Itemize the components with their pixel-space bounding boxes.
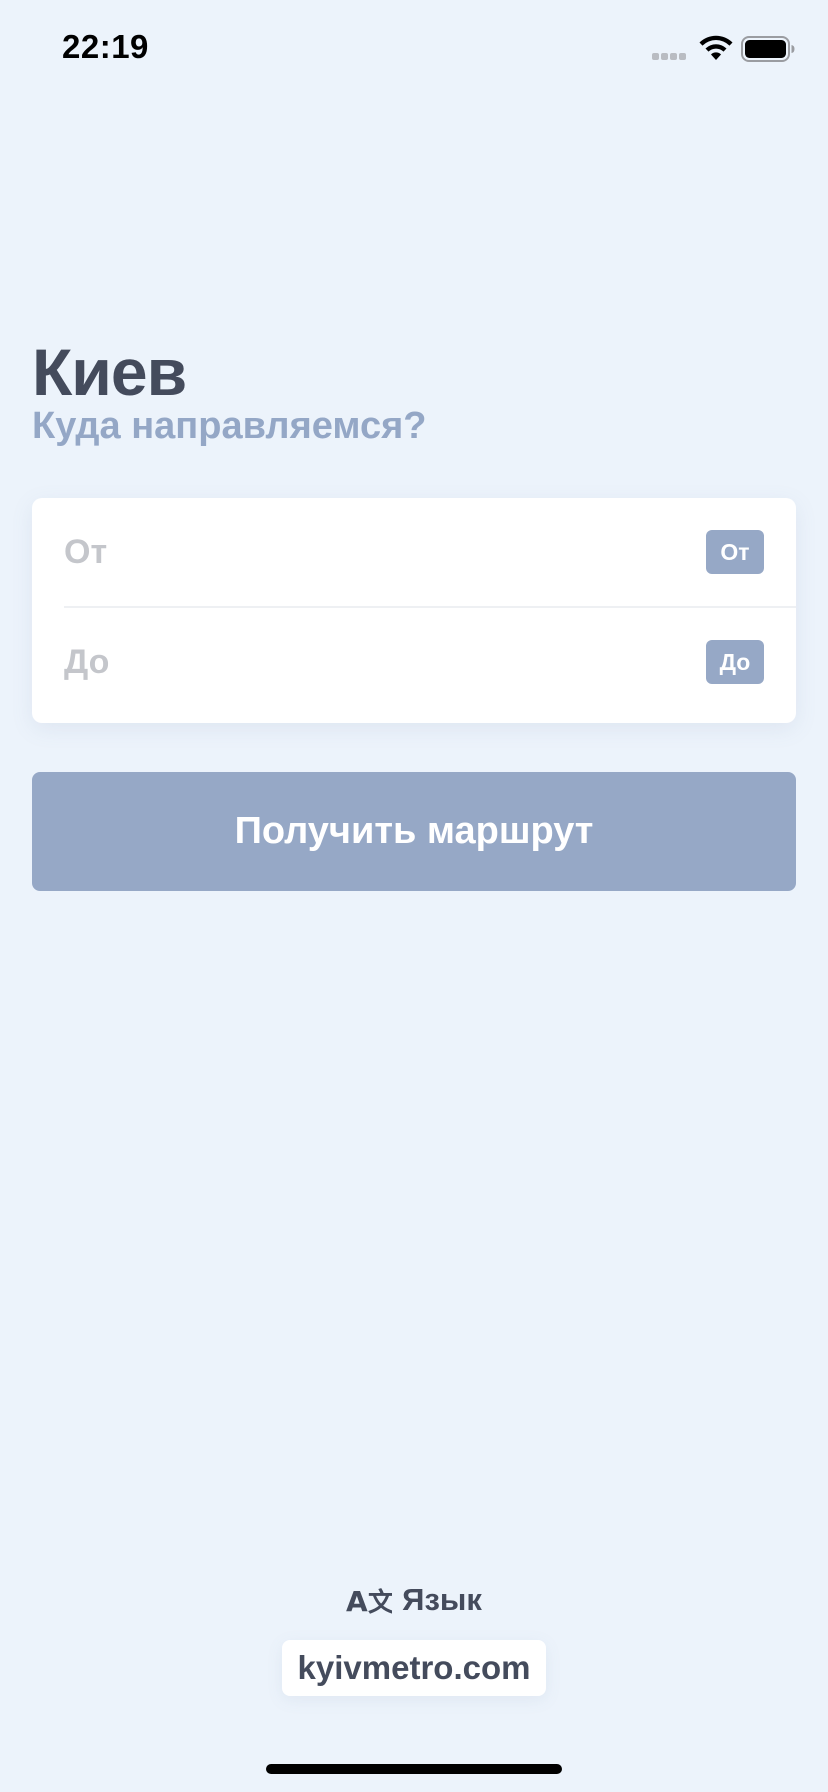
to-station-field[interactable]: До До xyxy=(64,608,764,718)
to-placeholder: До xyxy=(64,643,110,681)
language-button[interactable]: A 文 Язык xyxy=(0,1576,828,1620)
from-placeholder: От xyxy=(64,533,108,571)
from-badge: От xyxy=(706,530,764,574)
to-badge: До xyxy=(706,640,764,684)
get-route-button[interactable]: Получить маршрут xyxy=(32,772,796,891)
cellular-signal-icon xyxy=(652,53,692,61)
from-station-field[interactable]: От От xyxy=(64,498,764,608)
language-label: Язык xyxy=(402,1581,482,1617)
city-title: Киев xyxy=(32,335,187,409)
status-bar: 22:19 xyxy=(0,0,828,100)
app-screen: 22:19 Киев Куда направляемся? От От До Д… xyxy=(0,0,828,1792)
translate-icon: A 文 xyxy=(346,1585,392,1617)
wifi-icon xyxy=(699,35,733,60)
home-indicator[interactable] xyxy=(266,1764,562,1774)
svg-text:A: A xyxy=(346,1585,368,1617)
site-link[interactable]: kyivmetro.com xyxy=(282,1640,546,1696)
battery-icon xyxy=(741,36,795,62)
svg-text:文: 文 xyxy=(368,1587,392,1617)
route-card: От От До До xyxy=(32,498,796,723)
page-subtitle: Куда направляемся? xyxy=(32,405,427,447)
status-time: 22:19 xyxy=(62,28,149,65)
